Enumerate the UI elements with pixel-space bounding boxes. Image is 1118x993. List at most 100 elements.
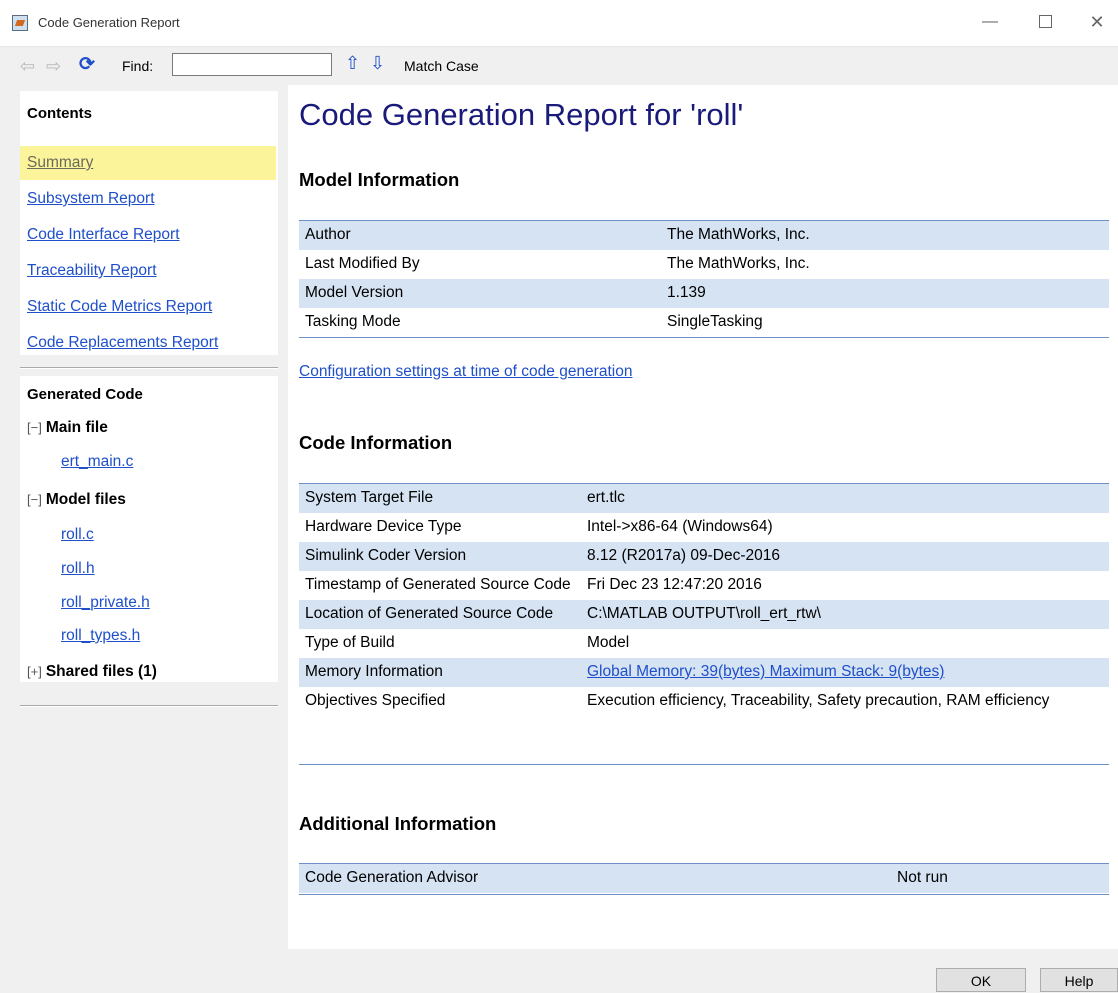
expand-toggle-icon[interactable]: [+] <box>27 664 42 679</box>
contents-panel: Contents Summary Subsystem Report Code I… <box>20 91 278 355</box>
page-title: Code Generation Report for 'roll' <box>299 97 744 132</box>
model-information-heading: Model Information <box>299 169 460 190</box>
report-pane: Code Generation Report for 'roll' Model … <box>288 85 1118 949</box>
table-row: Tasking Mode SingleTasking <box>299 308 1109 337</box>
row-key: Code Generation Advisor <box>299 864 891 893</box>
row-value: 8.12 (R2017a) 09-Dec-2016 <box>581 542 1109 571</box>
file-link-roll-h[interactable]: roll.h <box>61 560 95 578</box>
additional-information-heading: Additional Information <box>299 813 497 834</box>
down-arrow-icon[interactable]: ⇩ <box>370 53 385 74</box>
row-key: Tasking Mode <box>305 313 401 330</box>
contents-heading: Contents <box>27 105 92 122</box>
table-row: Author The MathWorks, Inc. <box>299 221 1109 250</box>
row-value: SingleTasking <box>667 313 763 330</box>
toolbar: ⇦ ⇨ ⟳ Find: ⇧ ⇩ Match Case <box>0 47 1118 85</box>
memory-information-link[interactable]: Global Memory: 39(bytes) Maximum Stack: … <box>587 663 944 680</box>
row-key: Last Modified By <box>305 255 420 272</box>
nav-link[interactable]: Code Interface Report <box>27 226 180 243</box>
table-bottom-border <box>299 894 1109 895</box>
row-value: C:\MATLAB OUTPUT\roll_ert_rtw\ <box>581 600 1109 629</box>
group-main-file[interactable]: [−] Main file <box>27 419 108 437</box>
file-link-ert-main-c[interactable]: ert_main.c <box>61 453 133 471</box>
table-row: System Target File ert.tlc <box>299 484 1109 513</box>
ok-button[interactable]: OK <box>936 968 1026 992</box>
nav-link[interactable]: Code Replacements Report <box>27 334 218 351</box>
row-key: Type of Build <box>305 634 395 651</box>
additional-information-table: Code Generation Advisor Not run <box>299 864 1109 893</box>
file-link-roll-types-h[interactable]: roll_types.h <box>61 627 140 645</box>
help-button[interactable]: Help <box>1040 968 1118 992</box>
refresh-icon[interactable]: ⟳ <box>79 53 95 76</box>
table-bottom-border <box>299 337 1109 338</box>
nav-link[interactable]: Traceability Report <box>27 262 157 279</box>
nav-link[interactable]: Subsystem Report <box>27 190 155 207</box>
row-value: Intel->x86-64 (Windows64) <box>587 518 773 535</box>
nav-item-traceability-report[interactable]: Traceability Report <box>20 254 276 288</box>
table-row: Code Generation Advisor Not run <box>299 864 1109 893</box>
table-row: Hardware Device Type Intel->x86-64 (Windo… <box>299 513 1109 542</box>
nav-link[interactable]: Static Code Metrics Report <box>27 298 212 315</box>
file-link-roll-private-h[interactable]: roll_private.h <box>61 594 150 612</box>
group-shared-files[interactable]: [+] Shared files (1) <box>27 663 157 681</box>
divider <box>20 367 278 369</box>
row-key: Objectives Specified <box>305 692 446 709</box>
table-row: Objectives Specified Execution efficiency… <box>299 687 1109 716</box>
dialog-button-bar: OK Help <box>0 949 1118 993</box>
row-key: Model Version <box>299 279 661 308</box>
group-label: Model files <box>45 491 126 508</box>
row-value: The MathWorks, Inc. <box>667 255 810 272</box>
generated-code-heading: Generated Code <box>27 386 143 403</box>
collapse-toggle-icon[interactable]: [−] <box>27 492 42 507</box>
file-link-roll-c[interactable]: roll.c <box>61 526 94 544</box>
row-key: Author <box>299 221 661 250</box>
find-label: Find: <box>122 58 154 74</box>
back-arrow-icon[interactable]: ⇦ <box>20 56 35 76</box>
app-icon <box>12 15 28 31</box>
code-information-heading: Code Information <box>299 432 453 453</box>
maximize-button[interactable] <box>1030 10 1060 34</box>
group-label: Shared files (1) <box>45 663 157 680</box>
group-label: Main file <box>45 419 108 436</box>
table-row: Last Modified By The MathWorks, Inc. <box>299 250 1109 279</box>
row-value: 1.139 <box>661 279 1109 308</box>
forward-arrow-icon[interactable]: ⇨ <box>46 56 61 76</box>
row-key: Memory Information <box>299 658 581 687</box>
row-value: Not run <box>891 864 1109 893</box>
row-key: Location of Generated Source Code <box>299 600 581 629</box>
collapse-toggle-icon[interactable]: [−] <box>27 420 42 435</box>
row-value: Fri Dec 23 12:47:20 2016 <box>587 576 762 593</box>
table-row: Timestamp of Generated Source Code Fri De… <box>299 571 1109 600</box>
group-model-files[interactable]: [−] Model files <box>27 491 126 509</box>
row-key: Simulink Coder Version <box>299 542 581 571</box>
minimize-button[interactable]: — <box>975 10 1005 34</box>
nav-item-code-interface-report[interactable]: Code Interface Report <box>20 218 276 252</box>
generated-code-panel: Generated Code [−] Main file ert_main.c [… <box>20 376 278 682</box>
find-input[interactable] <box>172 53 332 76</box>
table-row: Memory Information Global Memory: 39(byte… <box>299 658 1109 687</box>
code-information-table: System Target File ert.tlc Hardware Devic… <box>299 484 1109 716</box>
row-key: Hardware Device Type <box>305 518 462 535</box>
nav-item-code-replacements-report[interactable]: Code Replacements Report <box>20 326 276 360</box>
table-row: Location of Generated Source Code C:\MATL… <box>299 600 1109 629</box>
row-value: The MathWorks, Inc. <box>661 221 1109 250</box>
row-value: Execution efficiency, Traceability, Safe… <box>587 692 1050 709</box>
window-title: Code Generation Report <box>38 15 180 30</box>
up-arrow-icon[interactable]: ⇧ <box>345 53 360 74</box>
left-navigation-pane: Contents Summary Subsystem Report Code I… <box>0 85 288 958</box>
nav-item-subsystem-report[interactable]: Subsystem Report <box>20 182 276 216</box>
nav-item-summary[interactable]: Summary <box>20 146 276 180</box>
divider <box>20 705 278 707</box>
row-value: Model <box>587 634 630 651</box>
close-button[interactable]: ✕ <box>1082 10 1112 34</box>
table-row: Type of Build Model <box>299 629 1109 658</box>
row-value: ert.tlc <box>581 484 1109 513</box>
match-case-toggle[interactable]: Match Case <box>404 58 479 74</box>
table-row: Simulink Coder Version 8.12 (R2017a) 09-D… <box>299 542 1109 571</box>
nav-link[interactable]: Summary <box>27 154 93 171</box>
configuration-settings-link[interactable]: Configuration settings at time of code g… <box>299 363 632 381</box>
model-information-table: Author The MathWorks, Inc. Last Modified … <box>299 221 1109 337</box>
title-bar: Code Generation Report — ✕ <box>0 0 1118 47</box>
table-bottom-border <box>299 764 1109 765</box>
row-key: Timestamp of Generated Source Code <box>305 576 571 593</box>
nav-item-static-code-metrics-report[interactable]: Static Code Metrics Report <box>20 290 276 324</box>
